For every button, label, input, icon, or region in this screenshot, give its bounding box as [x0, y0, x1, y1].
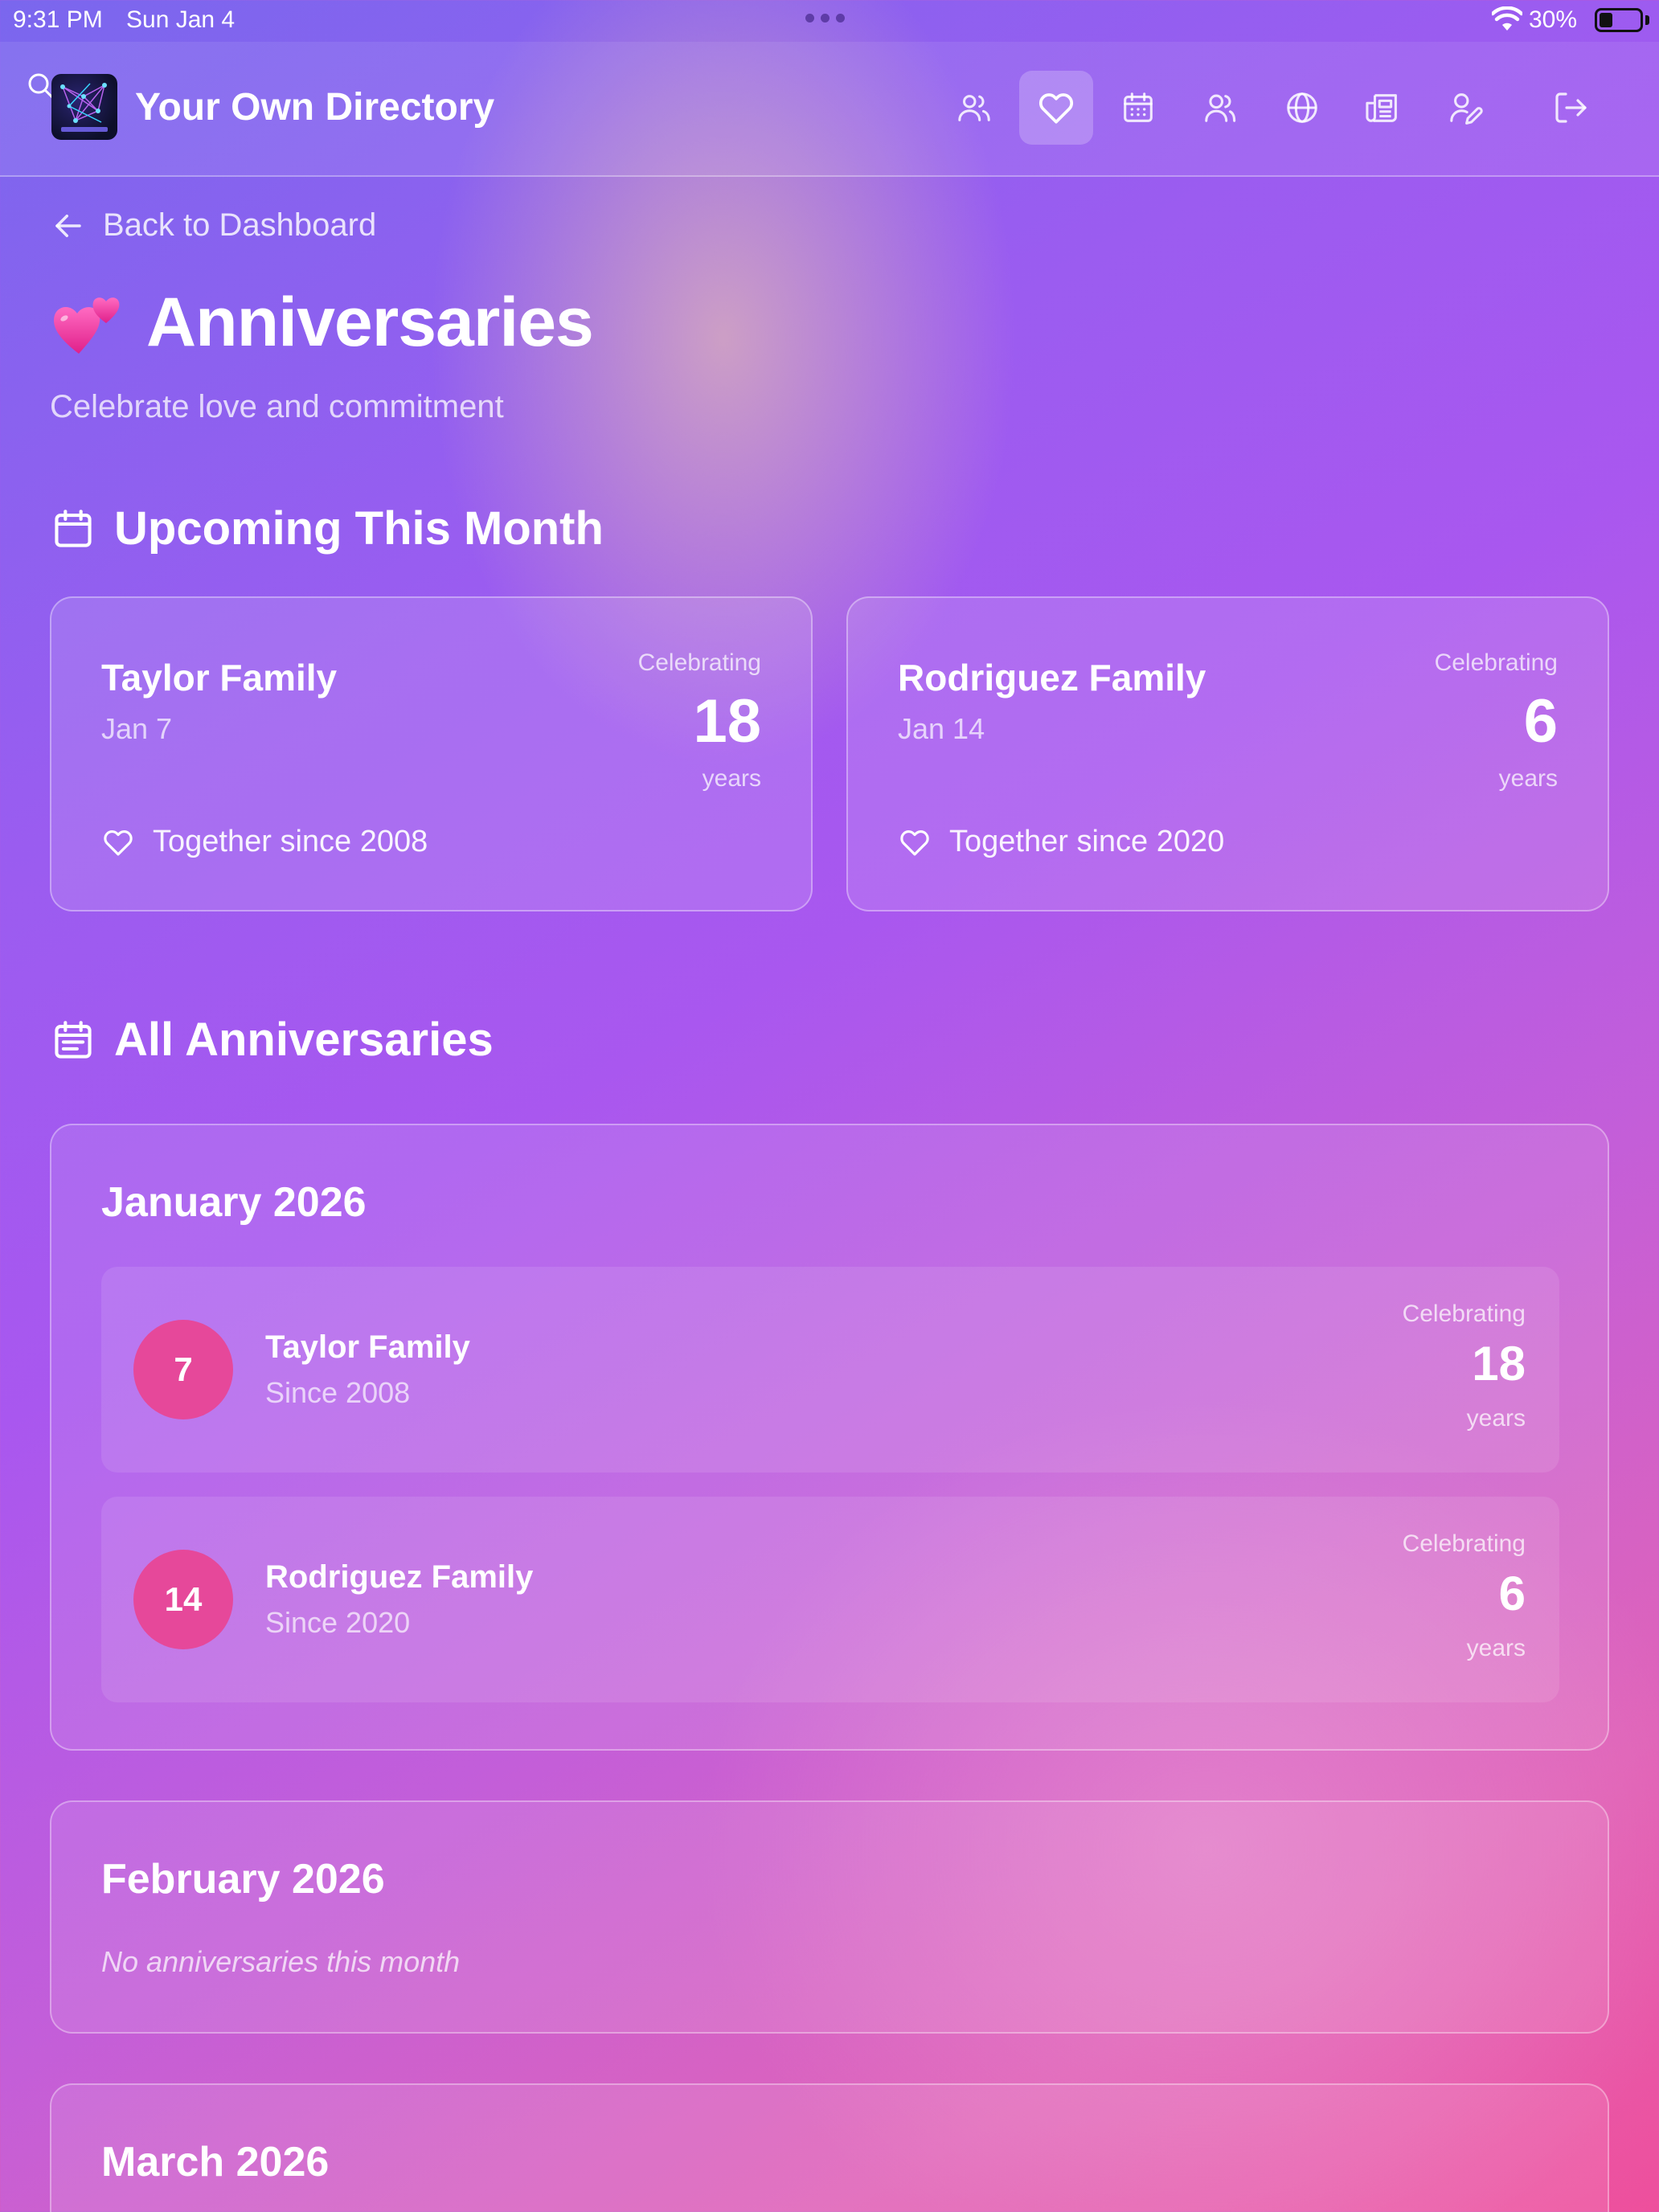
since-year: Since 2008 — [265, 1376, 411, 1409]
years-label: years — [1466, 1635, 1526, 1661]
day-badge: 14 — [133, 1550, 233, 1649]
people-icon — [958, 95, 990, 121]
main-nav — [937, 71, 1503, 145]
users-icon — [1205, 94, 1236, 122]
month-panel-february: February 2026 No anniversaries this mont… — [50, 1800, 1609, 2034]
calendar-icon — [55, 509, 92, 547]
celebrating-label: Celebrating — [1402, 1530, 1526, 1557]
page-title-row: Anniversaries — [50, 283, 594, 363]
multitasking-dots-icon[interactable] — [805, 14, 845, 23]
empty-month-message: No anniversaries this month — [101, 1945, 461, 1978]
anniversary-row[interactable]: 14 Rodriguez Family Since 2020 Celebrati… — [101, 1497, 1559, 1702]
battery-percent: 30% — [1529, 6, 1578, 33]
years-label: years — [1466, 1405, 1526, 1432]
nav-news-button[interactable] — [1347, 71, 1421, 145]
globe-icon — [1287, 92, 1317, 123]
years-label: years — [702, 765, 761, 792]
together-since: Together since 2020 — [898, 825, 1224, 859]
since-year: Since 2020 — [265, 1606, 411, 1639]
heart-outline-icon — [900, 830, 929, 855]
month-title: March 2026 — [101, 2139, 330, 2185]
calendar-icon — [1124, 92, 1153, 122]
together-since-text: Together since 2020 — [949, 825, 1225, 858]
newspaper-icon — [1366, 94, 1397, 122]
years-count: 6 — [1498, 1567, 1526, 1620]
family-name: Taylor Family — [265, 1329, 470, 1365]
logout-button[interactable] — [1534, 71, 1608, 145]
family-name: Rodriguez Family — [265, 1559, 534, 1595]
family-name: Taylor Family — [101, 657, 338, 698]
page-title: Anniversaries — [146, 284, 594, 361]
together-since-text: Together since 2008 — [153, 825, 428, 858]
month-panel-january: January 2026 7 Taylor Family Since 2008 … — [50, 1124, 1609, 1751]
month-panel-march: March 2026 — [50, 2083, 1609, 2212]
status-date: Sun Jan 4 — [126, 6, 236, 33]
nav-anniversaries-button[interactable] — [1019, 71, 1093, 145]
celebrating-label: Celebrating — [637, 649, 761, 676]
together-since: Together since 2008 — [101, 825, 428, 859]
back-link-label: Back to Dashboard — [103, 207, 377, 243]
month-title: January 2026 — [101, 1179, 367, 1226]
anniversary-date: Jan 14 — [898, 712, 985, 745]
wifi-icon — [1492, 6, 1522, 31]
user-edit-icon — [1450, 93, 1483, 125]
celebrating-label: Celebrating — [1402, 1301, 1526, 1327]
app-header: Your Own Directory — [0, 42, 1659, 177]
years-label: years — [1498, 765, 1558, 792]
battery-tip — [1645, 15, 1649, 25]
logout-icon — [1555, 92, 1587, 123]
years-count: 6 — [1523, 687, 1558, 756]
upcoming-card[interactable]: Rodriguez Family Jan 14 Celebrating 6 ye… — [846, 596, 1609, 911]
family-name: Rodriguez Family — [898, 657, 1206, 698]
arrow-left-icon — [55, 214, 81, 237]
heart-outline-icon — [104, 830, 133, 855]
page-subtitle: Celebrate love and commitment — [50, 389, 504, 424]
years-count: 18 — [693, 687, 761, 756]
upcoming-heading: Upcoming This Month — [114, 502, 604, 555]
back-to-dashboard-link[interactable]: Back to Dashboard — [51, 207, 376, 244]
anniversary-date: Jan 7 — [101, 712, 173, 745]
app-name[interactable]: Your Own Directory — [135, 85, 494, 129]
nav-profile-button[interactable] — [1429, 71, 1503, 145]
status-time: 9:31 PM — [13, 6, 103, 33]
battery-icon — [1595, 8, 1643, 32]
upcoming-card[interactable]: Taylor Family Jan 7 Celebrating 18 years… — [50, 596, 813, 911]
nav-people-button[interactable] — [937, 71, 1011, 145]
years-count: 18 — [1472, 1337, 1526, 1391]
all-section-header: All Anniversaries — [50, 1013, 494, 1067]
two-hearts-emoji — [54, 297, 120, 354]
status-bar: 9:31 PM Sun Jan 4 30% — [0, 0, 1659, 42]
day-badge: 7 — [133, 1320, 233, 1419]
app-logo[interactable] — [51, 74, 117, 140]
calendar-list-icon — [55, 1020, 92, 1059]
heart-icon — [1038, 93, 1074, 124]
celebrating-label: Celebrating — [1434, 649, 1558, 676]
anniversary-row[interactable]: 7 Taylor Family Since 2008 Celebrating 1… — [101, 1267, 1559, 1473]
month-title: February 2026 — [101, 1856, 385, 1903]
all-heading: All Anniversaries — [114, 1014, 494, 1066]
nav-globe-button[interactable] — [1265, 71, 1339, 145]
nav-users-button[interactable] — [1183, 71, 1257, 145]
upcoming-section-header: Upcoming This Month — [50, 502, 604, 555]
nav-calendar-button[interactable] — [1101, 71, 1175, 145]
